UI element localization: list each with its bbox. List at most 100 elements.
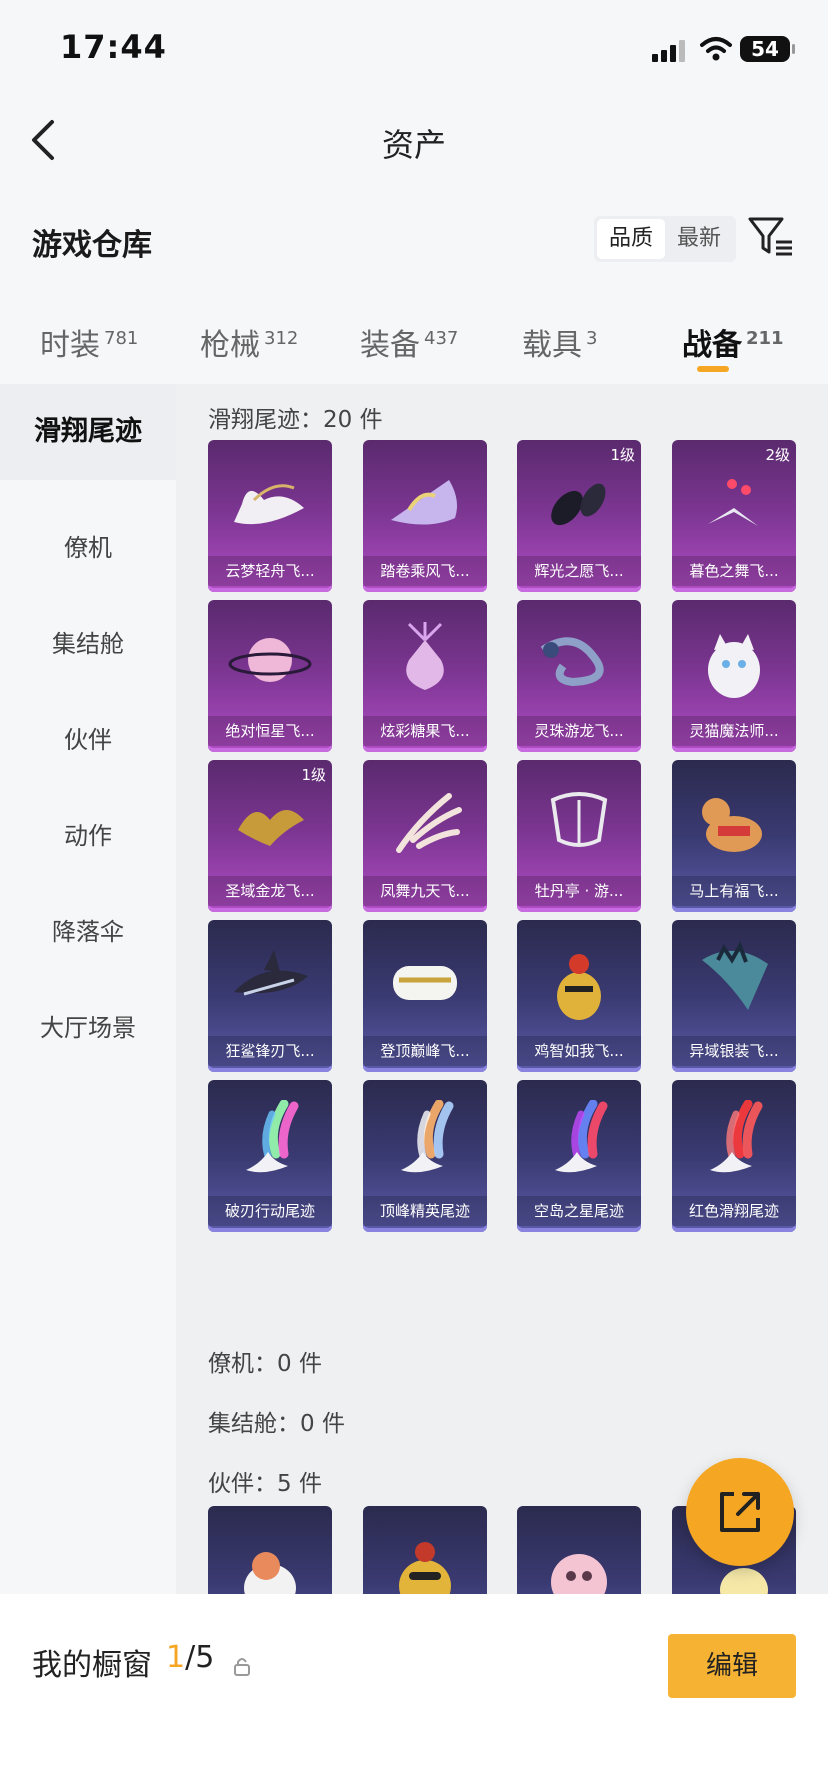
item-content-panel: 滑翔尾迹：20 件 云梦轻舟飞... 踏卷乘风飞... 1级 辉光之愿飞... 2级 暮色…: [176, 384, 828, 1594]
glide-item-card[interactable]: 踏卷乘风飞...: [363, 440, 487, 592]
item-art: [406, 622, 444, 690]
tab-count: 3: [586, 328, 598, 349]
sidebar-item-parachute[interactable]: 降落伞: [0, 912, 176, 952]
tab-equipment[interactable]: 装备 437: [360, 320, 458, 364]
item-name: 踏卷乘风飞...: [363, 556, 487, 586]
glide-item-card[interactable]: 灵猫魔法师...: [672, 600, 796, 752]
tab-count: 211: [746, 328, 784, 349]
tab-count: 437: [424, 328, 459, 349]
item-art: [393, 966, 457, 1000]
item-art: [246, 1100, 299, 1173]
section-heading-wingman: 僚机：0 件: [208, 1351, 322, 1377]
partner-art: [551, 1554, 607, 1594]
partner-card[interactable]: [517, 1506, 641, 1594]
tab-label: 战备: [682, 328, 742, 363]
glide-item-card[interactable]: 空岛之星尾迹: [517, 1080, 641, 1232]
glide-item-card[interactable]: 马上有福飞...: [672, 760, 796, 912]
partner-card[interactable]: [208, 1506, 332, 1594]
sort-toggle: 品质 最新: [594, 216, 737, 262]
item-name: 炫彩糖果飞...: [363, 716, 487, 746]
item-name: 牡丹亭 · 游...: [517, 876, 641, 906]
item-art: [702, 941, 768, 1010]
item-art: [551, 483, 606, 526]
sidebar-item-wingman[interactable]: 僚机: [0, 528, 176, 568]
item-art: [234, 484, 304, 525]
glide-item-card[interactable]: 凤舞九天飞...: [363, 760, 487, 912]
tab-label: 时装: [40, 328, 100, 363]
glide-item-card[interactable]: 顶峰精英尾迹: [363, 1080, 487, 1232]
partner-card[interactable]: [363, 1506, 487, 1594]
item-art: [234, 950, 308, 996]
item-name: 空岛之星尾迹: [517, 1196, 641, 1226]
item-art: [710, 1100, 763, 1173]
partner-art: [399, 1542, 451, 1594]
glide-item-card[interactable]: 牡丹亭 · 游...: [517, 760, 641, 912]
tab-label: 载具: [522, 328, 582, 363]
item-art: [391, 480, 457, 525]
sidebar-item-emote[interactable]: 动作: [0, 816, 176, 856]
item-art: [708, 479, 758, 526]
sort-newest-button[interactable]: 最新: [665, 219, 733, 259]
tab-fashion[interactable]: 时装 781: [40, 320, 138, 364]
item-name: 破刃行动尾迹: [208, 1196, 332, 1226]
glide-item-card[interactable]: 炫彩糖果飞...: [363, 600, 487, 752]
active-tab-indicator: [697, 366, 729, 372]
share-button[interactable]: [686, 1458, 794, 1566]
lock-icon: [234, 1658, 250, 1676]
item-name: 云梦轻舟飞...: [208, 556, 332, 586]
item-art: [555, 1100, 608, 1173]
item-art: [401, 1100, 454, 1173]
item-name: 凤舞九天飞...: [363, 876, 487, 906]
item-name: 狂鲨锋刃飞...: [208, 1036, 332, 1066]
category-sidebar: 滑翔尾迹 僚机 集结舱 伙伴 动作 降落伞 大厅场景: [0, 384, 176, 1594]
cellular-signal-icon: [652, 40, 685, 62]
share-icon: [720, 1492, 760, 1532]
glide-item-card[interactable]: 狂鲨锋刃飞...: [208, 920, 332, 1072]
tab-battle-gear[interactable]: 战备 211: [682, 320, 784, 364]
tab-label: 枪械: [200, 328, 260, 363]
sidebar-item-partner[interactable]: 伙伴: [0, 720, 176, 760]
partner-art: [244, 1552, 296, 1594]
edit-button[interactable]: 编辑: [668, 1634, 796, 1698]
tab-count: 781: [104, 328, 139, 349]
battery-indicator: 54: [740, 36, 795, 62]
item-level-badge: 2级: [765, 446, 790, 464]
page-title: 资产: [381, 126, 446, 164]
item-name: 红色滑翔尾迹: [672, 1196, 796, 1226]
sidebar-item-capsule[interactable]: 集结舱: [0, 624, 176, 664]
glide-item-card[interactable]: 鸡智如我飞...: [517, 920, 641, 1072]
tab-guns[interactable]: 枪械 312: [200, 320, 298, 364]
item-name: 圣域金龙飞...: [208, 876, 332, 906]
item-art: [540, 637, 604, 687]
item-name: 顶峰精英尾迹: [363, 1196, 487, 1226]
item-name: 鸡智如我飞...: [517, 1036, 641, 1066]
glide-item-card[interactable]: 1级圣域金龙飞...: [208, 760, 332, 912]
glide-item-card[interactable]: 红色滑翔尾迹: [672, 1080, 796, 1232]
item-art: [396, 793, 462, 853]
section-heading-partner: 伙伴：5 件: [208, 1471, 322, 1497]
sort-quality-button[interactable]: 品质: [597, 219, 666, 259]
item-level-badge: 1级: [301, 766, 326, 784]
glide-item-card[interactable]: 灵珠游龙飞...: [517, 600, 641, 752]
showcase-current: 1: [166, 1640, 186, 1675]
item-art: [238, 810, 304, 846]
glide-item-card[interactable]: 登顶巅峰飞...: [363, 920, 487, 1072]
showcase-label: 我的橱窗: [32, 1648, 152, 1683]
glide-item-card[interactable]: 异域银装飞...: [672, 920, 796, 1072]
glide-item-card[interactable]: 云梦轻舟飞...: [208, 440, 332, 592]
tab-vehicles[interactable]: 载具 3: [522, 320, 597, 364]
glide-item-card[interactable]: 2级 暮色之舞飞...: [672, 440, 796, 592]
glide-item-card[interactable]: 破刃行动尾迹: [208, 1080, 332, 1232]
item-name: 灵猫魔法师...: [672, 716, 796, 746]
section-heading-glide: 滑翔尾迹：20 件: [208, 407, 383, 433]
tab-count: 312: [264, 328, 299, 349]
sidebar-item-glide-trail[interactable]: 滑翔尾迹: [0, 384, 176, 480]
item-name: 灵珠游龙飞...: [517, 716, 641, 746]
sidebar-item-lobby-scene[interactable]: 大厅场景: [0, 1008, 176, 1048]
showcase-total: /5: [185, 1640, 215, 1675]
filter-icon[interactable]: [748, 216, 794, 258]
warehouse-title: 游戏仓库: [32, 228, 152, 263]
item-art: [550, 792, 608, 847]
glide-item-card[interactable]: 绝对恒星飞...: [208, 600, 332, 752]
glide-item-card[interactable]: 1级 辉光之愿飞...: [517, 440, 641, 592]
